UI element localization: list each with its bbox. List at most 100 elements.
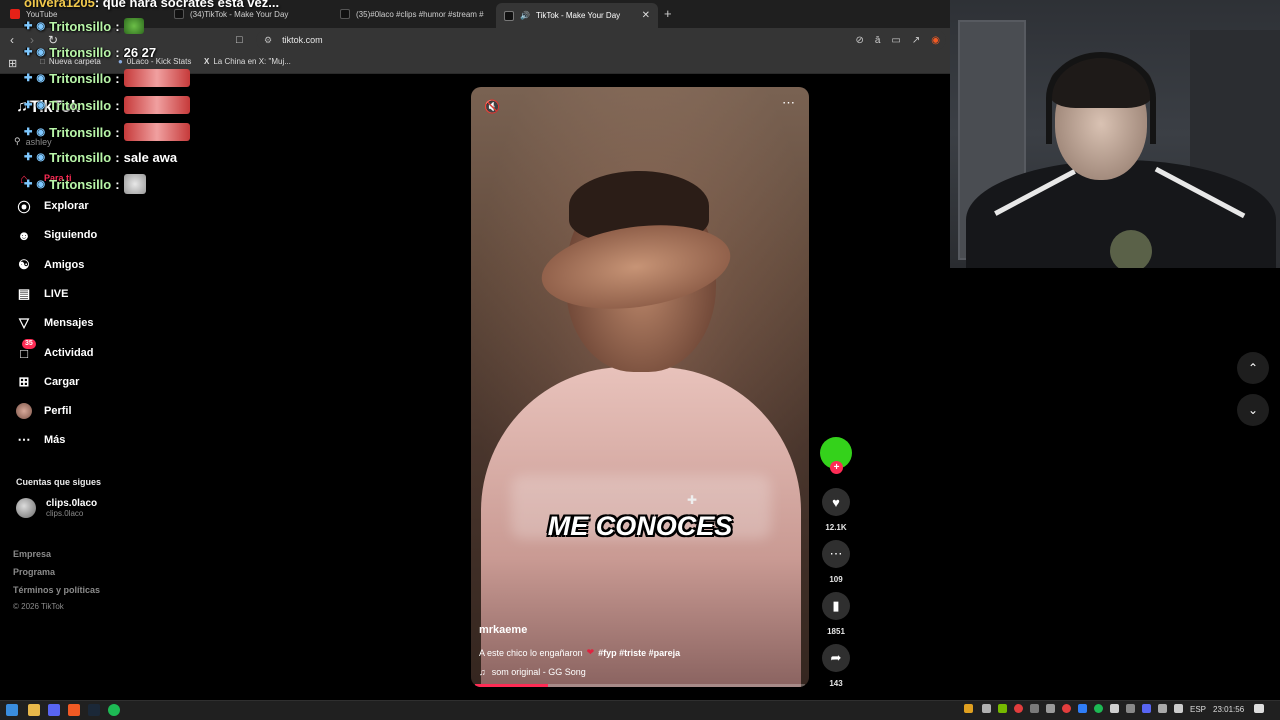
chevron-down-icon: ⌄ <box>1247 403 1259 417</box>
share-count: 143 <box>829 679 843 688</box>
new-tab-button[interactable]: + <box>664 6 672 21</box>
tab-tiktok-active[interactable]: 🔊 TikTok - Make Your Day ✕ <box>496 3 658 28</box>
spotify-icon[interactable] <box>108 704 120 716</box>
nav-live[interactable]: ▤ LIVE <box>16 284 69 304</box>
nav-label: Explorar <box>44 200 89 212</box>
tray-app-icon[interactable] <box>1046 704 1055 713</box>
language-indicator[interactable]: ESP <box>1190 705 1206 714</box>
comment-button[interactable]: ⋯ <box>822 540 850 568</box>
chat-text: : que hara socrates esta vez... <box>94 0 280 10</box>
sword-icon: ✚ <box>24 99 33 111</box>
chat-username: olivera1205 <box>24 0 95 10</box>
tiktok-icon <box>340 9 350 19</box>
video-progress-bar[interactable] <box>475 684 805 687</box>
footer-link-terminos[interactable]: Términos y políticas <box>13 585 100 595</box>
tray-app-icon[interactable] <box>964 704 973 713</box>
red-emote <box>123 96 190 114</box>
microphone-icon[interactable] <box>1110 704 1119 713</box>
nav-mas[interactable]: ⋯ Más <box>16 430 66 450</box>
chat-username: Tritonsillo <box>49 97 112 113</box>
steam-icon[interactable] <box>88 704 100 716</box>
profile-avatar <box>16 403 32 419</box>
spotify-tray-icon[interactable] <box>1094 704 1103 713</box>
nvidia-icon[interactable] <box>998 704 1007 713</box>
sword-icon: ✚ <box>24 152 33 163</box>
sword-icon: ✚ <box>24 72 33 84</box>
cat-emote <box>123 174 146 194</box>
tab-clips[interactable]: (35)#0laco #clips #humor #stream # <box>332 3 492 25</box>
upload-icon: ⊞ <box>18 374 30 389</box>
video-author[interactable]: mrkaeme <box>479 624 527 636</box>
brave-shield-icon[interactable]: ◉ <box>931 35 940 46</box>
more-options-icon[interactable]: ⋯ <box>782 95 795 111</box>
red-emote <box>123 123 190 141</box>
live-icon: ▤ <box>17 286 31 301</box>
share-button[interactable]: ➦ <box>822 644 850 672</box>
nav-label: Más <box>44 434 66 446</box>
nav-mensajes[interactable]: ▽ Mensajes <box>16 313 94 333</box>
video-player[interactable]: ME CONOCES ✚ 🔇 ⋯ mrkaeme A este chico lo… <box>471 87 809 687</box>
chat-message: olivera1205: que hara socrates esta vez.… <box>24 0 279 10</box>
volume-tray-icon[interactable] <box>1174 704 1183 713</box>
chat-message: ✚ ◉ Tritonsillo: <box>24 96 190 114</box>
music-text: som original - GG Song <box>491 667 586 677</box>
more-icon: ⋯ <box>17 432 31 447</box>
heart-icon: ♥ <box>832 494 840 510</box>
tray-app-icon[interactable] <box>1014 704 1023 713</box>
nav-perfil[interactable]: Perfil <box>16 401 72 421</box>
brave-icon[interactable] <box>68 704 80 716</box>
nav-cargar[interactable]: ⊞ Cargar <box>16 372 80 392</box>
bookmark-icon: ▮ <box>832 598 840 613</box>
save-button[interactable]: ▮ <box>822 592 850 620</box>
chat-message: ✚ ◉ Tritonsillo: <box>24 18 144 34</box>
chat-username: Tritonsillo <box>49 70 112 86</box>
share-arrow-icon: ➦ <box>830 650 842 665</box>
friends-icon: ☯ <box>18 257 30 272</box>
sword-icon: ✚ <box>24 47 33 58</box>
follow-plus-icon[interactable]: + <box>830 461 843 474</box>
chat-text: 26 27 <box>123 45 157 60</box>
nav-siguiendo[interactable]: ☻ Siguiendo <box>16 225 97 245</box>
volume-icon[interactable]: 🔇 <box>484 99 500 115</box>
activity-badge: 35 <box>22 339 36 349</box>
messages-icon: ▽ <box>19 315 29 330</box>
chat-text: sale awa <box>123 150 178 165</box>
windows-start-icon[interactable] <box>6 704 18 716</box>
file-explorer-icon[interactable] <box>28 704 40 716</box>
like-button[interactable]: ♥ <box>822 488 850 516</box>
hashtags[interactable]: #fyp #triste #pareja <box>598 648 680 658</box>
tab-label: (35)#0laco #clips #humor #stream # <box>356 9 484 19</box>
reader-icon[interactable]: ▭ <box>891 35 900 46</box>
discord-tray-icon[interactable] <box>1142 704 1151 713</box>
tray-app-icon[interactable] <box>1078 704 1087 713</box>
close-tab-icon[interactable]: ✕ <box>642 10 650 21</box>
video-music[interactable]: ♫ som original - GG Song <box>479 667 586 677</box>
record-icon[interactable] <box>1062 704 1071 713</box>
like-count: 12.1K <box>825 523 847 532</box>
network-icon[interactable] <box>1158 704 1167 713</box>
nav-amigos[interactable]: ☯ Amigos <box>16 255 84 275</box>
previous-video-button[interactable]: ⌃ <box>1237 352 1269 384</box>
notifications-icon[interactable] <box>1254 704 1264 713</box>
copyright: © 2026 TikTok <box>13 602 64 611</box>
footer-link-empresa[interactable]: Empresa <box>13 549 51 559</box>
clock[interactable]: 23:01:56 <box>1213 705 1244 714</box>
mute-icon[interactable]: ⊘ <box>855 35 863 46</box>
tab-label: TikTok - Make Your Day <box>535 11 621 20</box>
next-video-button[interactable]: ⌄ <box>1237 394 1269 426</box>
nav-actividad[interactable]: □ 35 Actividad <box>16 339 94 363</box>
footer-link-programa[interactable]: Programa <box>13 567 55 577</box>
nav-label: Cargar <box>44 376 80 388</box>
share-icon[interactable]: ↗ <box>912 35 920 46</box>
discord-icon[interactable] <box>48 704 60 716</box>
address-bar[interactable]: ⚙ tiktok.com ⊘ ā ▭ ↗ ◉ <box>256 30 946 50</box>
nav-label: LIVE <box>44 288 69 300</box>
tray-app-icon[interactable] <box>1030 704 1039 713</box>
chat-message: ✚ ◉ Tritonsillo: sale awa <box>24 150 178 165</box>
tray-app-icon[interactable] <box>982 704 991 713</box>
headset <box>1046 52 1156 144</box>
following-account[interactable]: clips.0laco clips.0laco <box>16 498 97 518</box>
translate-icon[interactable]: ā <box>875 35 881 46</box>
save-count: 1851 <box>827 627 845 636</box>
tray-app-icon[interactable] <box>1126 704 1135 713</box>
